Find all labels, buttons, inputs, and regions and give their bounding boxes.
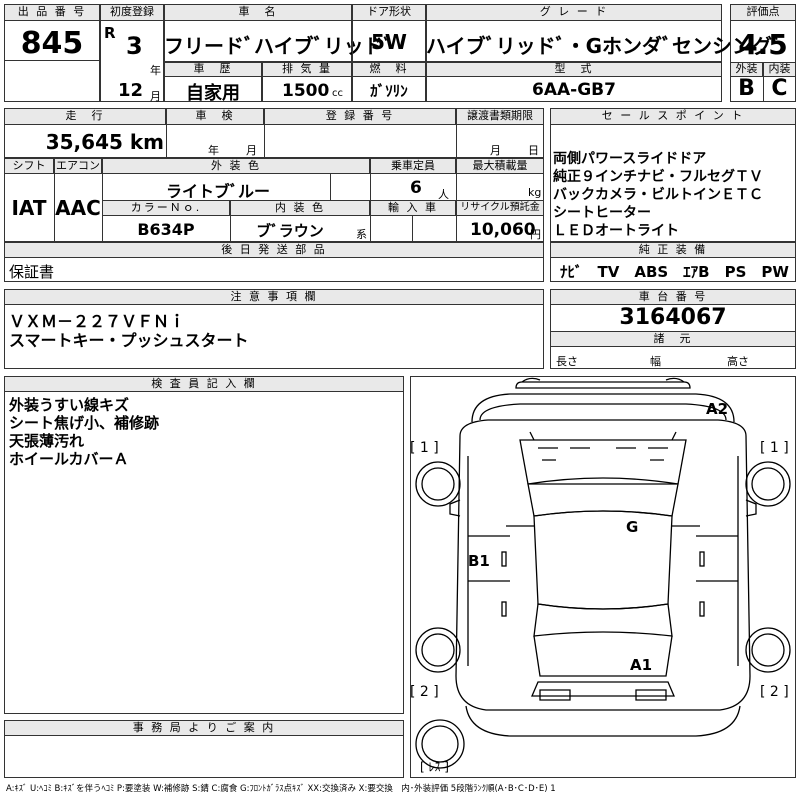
damage-mark-a2: A2 bbox=[706, 400, 729, 418]
year-unit: 年 bbox=[150, 64, 161, 77]
first-registration-month: 12 bbox=[118, 80, 144, 101]
shift-header: シフト bbox=[4, 158, 54, 174]
tyre-front-right: [ 1 ] bbox=[760, 440, 789, 456]
interior-grade: C bbox=[771, 76, 788, 101]
damage-mark-g: G bbox=[626, 518, 639, 536]
era: R bbox=[104, 24, 116, 42]
shift: IAT bbox=[11, 196, 47, 220]
exterior-grade: B bbox=[738, 76, 755, 101]
sales-point: 純正９インチナビ・フルセグＴＶ bbox=[553, 169, 763, 185]
max-load-header: 最大積載量 bbox=[456, 158, 544, 174]
model: 6AA-GB7 bbox=[532, 80, 616, 100]
fuel: ｶﾞｿﾘﾝ bbox=[370, 82, 408, 100]
tyre-rear-right: [ 2 ] bbox=[760, 684, 789, 700]
lot-number-header: 出 品 番 号 bbox=[4, 4, 100, 21]
month-unit: 月 bbox=[150, 90, 161, 103]
lot-number: 845 bbox=[20, 26, 84, 61]
legend: A:ｷｽﾞ U:ﾍｺﾐ B:ｷｽﾞを伴うﾍｺﾐ P:要塗装 W:補修跡 S:錆 … bbox=[6, 784, 556, 794]
door-type-header: ドア形状 bbox=[352, 4, 426, 21]
spare-tyre: [ ﾚｽ ] bbox=[420, 760, 449, 774]
inspection-month-unit: 月 bbox=[246, 144, 257, 157]
chassis-number: 3164067 bbox=[619, 305, 727, 330]
plate-header: 登 録 番 号 bbox=[264, 108, 456, 125]
tyre-front-left: [ 1 ] bbox=[410, 440, 439, 456]
interior-color: ブﾞラウン bbox=[256, 222, 324, 240]
car-name: フリードﾞハイブﾞリッドﾞ bbox=[164, 34, 394, 58]
ac-header: エアコン bbox=[54, 158, 102, 174]
exterior-color-header: 外 装 色 bbox=[102, 158, 370, 174]
recycle-deposit: 10,060 bbox=[470, 220, 536, 240]
mileage-header: 走 行 bbox=[4, 108, 166, 125]
sales-point: バックカメラ・ビルトインＥＴＣ bbox=[553, 187, 763, 203]
office-header: 事 務 局 よ り ご 案 内 bbox=[4, 720, 404, 736]
door-type: 5W bbox=[371, 30, 407, 54]
history: 自家用 bbox=[186, 83, 240, 104]
import-header: 輸 入 車 bbox=[370, 200, 456, 216]
damage-mark-a1: A1 bbox=[630, 656, 653, 674]
ac: AAC bbox=[55, 196, 101, 220]
history-header: 車 歴 bbox=[164, 62, 262, 77]
notes-header: 注 意 事 項 欄 bbox=[4, 289, 544, 305]
spec-height: 高さ bbox=[727, 355, 749, 368]
interior-header: 内装 bbox=[763, 62, 796, 77]
first-registration-year: 3 bbox=[126, 32, 143, 60]
car-name-header: 車 名 bbox=[164, 4, 352, 21]
sales-points-header: セ ー ル ス ポ イ ン ト bbox=[550, 108, 796, 125]
displacement-header: 排 気 量 bbox=[262, 62, 352, 77]
score-header: 評価点 bbox=[730, 4, 796, 21]
grade-header: グ レ ー ド bbox=[426, 4, 722, 21]
capacity-header: 乗車定員 bbox=[370, 158, 456, 174]
car-outline bbox=[415, 377, 791, 769]
tyre-rear-left: [ 2 ] bbox=[410, 684, 439, 700]
inspection-header: 車 検 bbox=[166, 108, 264, 125]
spec-width: 幅 bbox=[650, 355, 661, 368]
grade: ハイブﾞリッドﾞ・Gホンダﾞセンシングﾞ bbox=[426, 34, 783, 58]
specs-header: 諸 元 bbox=[550, 331, 796, 347]
recycle-unit: 円 bbox=[530, 228, 541, 241]
model-header: 型 式 bbox=[426, 62, 722, 77]
exterior-header: 外装 bbox=[730, 62, 763, 77]
note-line: スマートキー・プッシュスタート bbox=[9, 331, 249, 350]
spec-length: 長さ bbox=[556, 355, 578, 368]
inspector-line: ホイールカバーＡ bbox=[9, 450, 129, 468]
color-no-header: カラーＮｏ. bbox=[102, 200, 230, 216]
mileage: 35,645 km bbox=[45, 130, 164, 154]
sales-point: 両側パワースライドドア bbox=[553, 151, 707, 167]
later-parts-header: 後 日 発 送 部 品 bbox=[4, 242, 544, 258]
later-parts: 保証書 bbox=[9, 263, 55, 281]
genuine-equipment: ﾅﾋﾞ TV ABS ｴｱB PS PW bbox=[560, 263, 789, 281]
sales-point: シートヒーター bbox=[553, 205, 651, 221]
first-registration-header: 初度登録 bbox=[100, 4, 164, 21]
displacement-unit: cc bbox=[332, 88, 343, 99]
color-no: B634P bbox=[137, 220, 195, 239]
inspector-header: 検 査 員 記 入 欄 bbox=[4, 376, 404, 392]
max-load-unit: kg bbox=[528, 186, 542, 199]
chassis-header: 車 台 番 号 bbox=[550, 289, 796, 305]
capacity: 6 bbox=[410, 178, 422, 198]
exterior-color: ライトブﾞルー bbox=[165, 182, 270, 201]
sales-point: ＬＥＤオートライト bbox=[553, 223, 679, 239]
inspection-year-unit: 年 bbox=[208, 144, 219, 157]
genuine-equipment-header: 純 正 装 備 bbox=[550, 242, 796, 258]
score: 4.5 bbox=[738, 28, 788, 61]
interior-color-unit: 系 bbox=[356, 228, 367, 241]
fuel-header: 燃 料 bbox=[352, 62, 426, 77]
transfer-day-unit: 日 bbox=[528, 144, 539, 157]
transfer-month-unit: 月 bbox=[490, 144, 501, 157]
interior-color-header: 内 装 色 bbox=[230, 200, 370, 216]
transfer-deadline-header: 譲渡書類期限 bbox=[456, 108, 544, 125]
damage-mark-b1: B1 bbox=[468, 552, 490, 570]
recycle-header: リサイクル預託金 bbox=[456, 200, 544, 216]
displacement: 1500 bbox=[282, 81, 330, 101]
